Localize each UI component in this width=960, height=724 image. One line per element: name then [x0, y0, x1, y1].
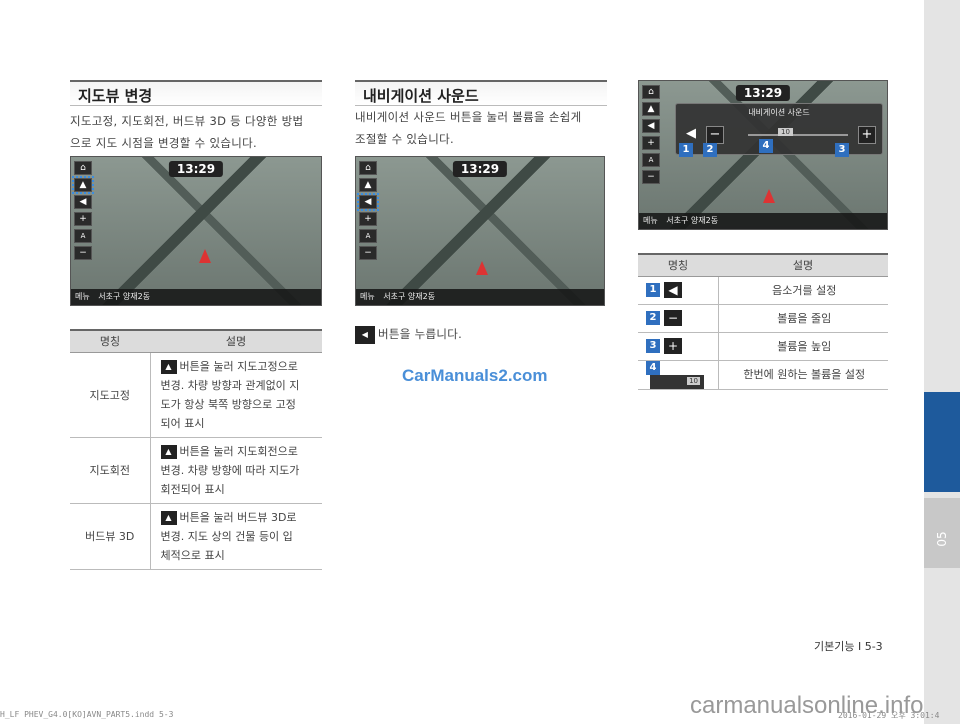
speaker-icon[interactable]: ◀	[357, 193, 379, 211]
footer-file: H_LF PHEV_G4.0[KO]AVN_PART5.indd 5-3	[0, 710, 174, 719]
section-title-map-view: 지도뷰 변경	[70, 80, 322, 106]
press-instruction: ◀ 버튼을 누릅니다.	[355, 323, 555, 345]
chapter-sidebar: 05	[924, 0, 960, 724]
speaker-icon[interactable]: ◀	[74, 195, 92, 209]
volume-down-button[interactable]: −	[706, 126, 724, 144]
marker-3: 3	[835, 143, 849, 157]
map-view-icon[interactable]: ▲	[72, 176, 94, 194]
volume-up-button[interactable]: +	[858, 126, 876, 144]
speaker-icon: ◀	[355, 325, 375, 344]
auto-icon[interactable]: A	[642, 153, 660, 167]
popup-title: 내비게이션 사운드	[748, 108, 810, 117]
mute-icon[interactable]: ◀	[682, 126, 700, 144]
watermark: CarManuals2.com	[402, 366, 548, 385]
col-name: 명칭	[638, 253, 718, 277]
section-title-nav-sound: 내비게이션 사운드	[355, 80, 607, 106]
volume-popup-screen: 13:29 ⌂ ▲ ◀ + A − 내비게이션 사운드 ◀ − 10 + 1 2…	[638, 80, 888, 230]
map-bottom-bar: 메뉴 서초구 양재2동	[71, 289, 321, 305]
home-icon[interactable]: ⌂	[642, 85, 660, 99]
minus-icon: −	[664, 310, 682, 326]
volume-table: 명칭 설명 1 ◀ 음소거를 설정 2− 볼륨을 줄임 3 + 볼륨을 높임 4 10…	[638, 253, 888, 390]
map-bottom-bar: 메뉴 서초구 양재2동	[639, 213, 887, 229]
col-name: 명칭	[70, 329, 150, 353]
zoom-out-icon[interactable]: −	[359, 246, 377, 260]
clock: 13:29	[452, 161, 508, 177]
volume-value: 10	[778, 128, 793, 136]
location-label: 서초구 양재2동	[383, 292, 436, 301]
marker-4: 4	[759, 139, 773, 153]
table-row: 지도회전 ▲ 버튼을 눌러 지도회전으로 변경. 차량 방향에 따라 지도가 회전…	[70, 437, 322, 504]
menu-button[interactable]: 메뉴	[75, 289, 90, 305]
mute-icon: ◀	[664, 282, 682, 298]
marker-2: 2	[703, 143, 717, 157]
home-icon[interactable]: ⌂	[74, 161, 92, 175]
plus-icon: +	[664, 338, 682, 354]
clock: 13:29	[735, 85, 791, 101]
location-label: 서초구 양재2동	[666, 216, 719, 225]
page-number: 기본기능 I 5-3	[814, 640, 883, 653]
col-desc: 설명	[718, 253, 888, 277]
marker-1: 1	[679, 143, 693, 157]
map-view-icon[interactable]: ▲	[642, 102, 660, 116]
menu-button[interactable]: 메뉴	[643, 213, 658, 229]
map-view-description: 지도고정, 지도회전, 버드뷰 3D 등 다양한 방법 으로 지도 시점을 변경…	[70, 114, 304, 150]
car-position-icon	[199, 249, 211, 263]
nav-sound-screen: 13:29 ⌂ ▲ ◀ + A − 메뉴 서초구 양재2동	[355, 156, 605, 306]
auto-icon[interactable]: A	[74, 229, 92, 243]
map-bottom-bar: 메뉴 서초구 양재2동	[356, 289, 604, 305]
chapter-tab-active	[924, 392, 960, 492]
birdview-icon: ▲	[160, 510, 177, 525]
menu-button[interactable]: 메뉴	[360, 289, 375, 305]
zoom-in-icon[interactable]: +	[359, 212, 377, 226]
speaker-icon[interactable]: ◀	[642, 119, 660, 133]
chapter-number: 05	[935, 531, 949, 547]
map-rotate-icon: ▲	[160, 444, 177, 459]
map-view-table: 명칭 설명 지도고정 ▲ 버튼을 눌러 지도고정으로 변경. 차량 방향과 관계없…	[70, 329, 322, 570]
map-view-icon[interactable]: ▲	[359, 178, 377, 192]
table-row: 2− 볼륨을 줄임	[638, 304, 888, 333]
car-position-icon	[476, 261, 488, 275]
table-row: 버드뷰 3D ▲ 버튼을 눌러 버드뷰 3D로 변경. 지도 상의 건물 등이 입…	[70, 503, 322, 570]
clock: 13:29	[168, 161, 224, 177]
zoom-in-icon[interactable]: +	[74, 212, 92, 226]
table-row: 1 ◀ 음소거를 설정	[638, 276, 888, 305]
auto-icon[interactable]: A	[359, 229, 377, 243]
watermark-site: carmanualsonline.info	[690, 692, 924, 719]
home-icon[interactable]: ⌂	[359, 161, 377, 175]
map-view-screen: 13:29 ⌂ ▲ ◀ + A − 메뉴 서초구 양재2동	[70, 156, 322, 306]
table-row: 지도고정 ▲ 버튼을 눌러 지도고정으로 변경. 차량 방향과 관계없이 지 도가…	[70, 352, 322, 438]
nav-sound-description: 내비게이션 사운드 버튼을 눌러 볼륨을 손쉽게 조절할 수 있습니다.	[355, 110, 582, 146]
car-position-icon	[763, 189, 775, 203]
volume-slider[interactable]	[748, 134, 848, 136]
table-row: 3 + 볼륨을 높임	[638, 332, 888, 361]
map-fixed-icon: ▲	[160, 359, 177, 374]
zoom-out-icon[interactable]: −	[74, 246, 92, 260]
table-row: 4 10 한번에 원하는 볼륨을 설정	[638, 360, 888, 390]
zoom-out-icon[interactable]: −	[642, 170, 660, 184]
col-desc: 설명	[150, 329, 322, 353]
location-label: 서초구 양재2동	[98, 292, 151, 301]
zoom-in-icon[interactable]: +	[642, 136, 660, 150]
slider-icon: 10	[650, 374, 704, 389]
